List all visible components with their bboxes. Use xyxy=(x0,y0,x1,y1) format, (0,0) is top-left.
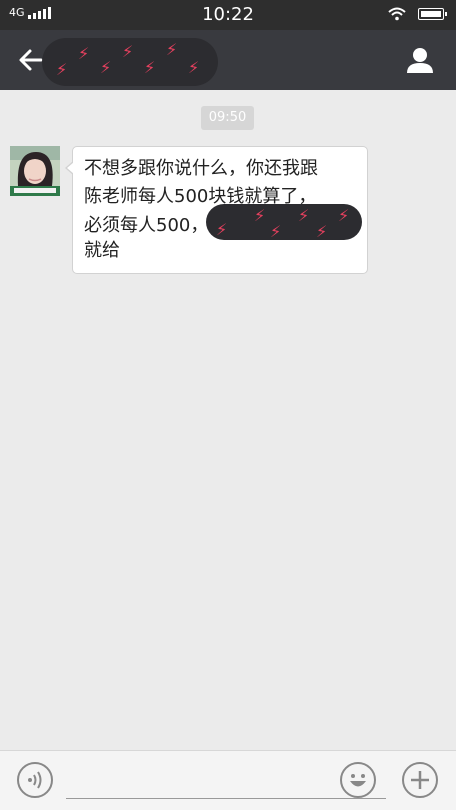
chat-header: ⚡ ⚡ ⚡ ⚡ ⚡ ⚡ ⚡ xyxy=(0,30,456,90)
emoji-button[interactable] xyxy=(340,762,376,798)
plus-icon xyxy=(411,771,429,789)
voice-icon xyxy=(28,771,42,789)
arrow-left-icon[interactable] xyxy=(18,47,44,73)
redacted-contact-name: ⚡ ⚡ ⚡ ⚡ ⚡ ⚡ ⚡ xyxy=(42,38,218,86)
message-line: 就给 xyxy=(84,240,120,261)
voice-input-button[interactable] xyxy=(17,762,53,798)
message-line: 不想多跟你说什么，你还我跟 xyxy=(84,158,318,179)
more-options-button[interactable] xyxy=(402,762,438,798)
person-icon[interactable] xyxy=(406,46,434,74)
input-bar xyxy=(0,750,456,810)
status-bar: 4G 10:22 xyxy=(0,0,456,30)
message-timestamp: 09:50 xyxy=(201,106,254,130)
redacted-text: ⚡ ⚡ ⚡ ⚡ ⚡ ⚡ xyxy=(206,204,362,241)
message-input[interactable] xyxy=(66,798,386,799)
wifi-icon xyxy=(388,7,406,21)
battery-icon xyxy=(418,8,447,20)
smiley-icon xyxy=(350,774,366,787)
avatar[interactable] xyxy=(10,146,60,196)
message-line: 必须每人500， xyxy=(84,215,209,236)
